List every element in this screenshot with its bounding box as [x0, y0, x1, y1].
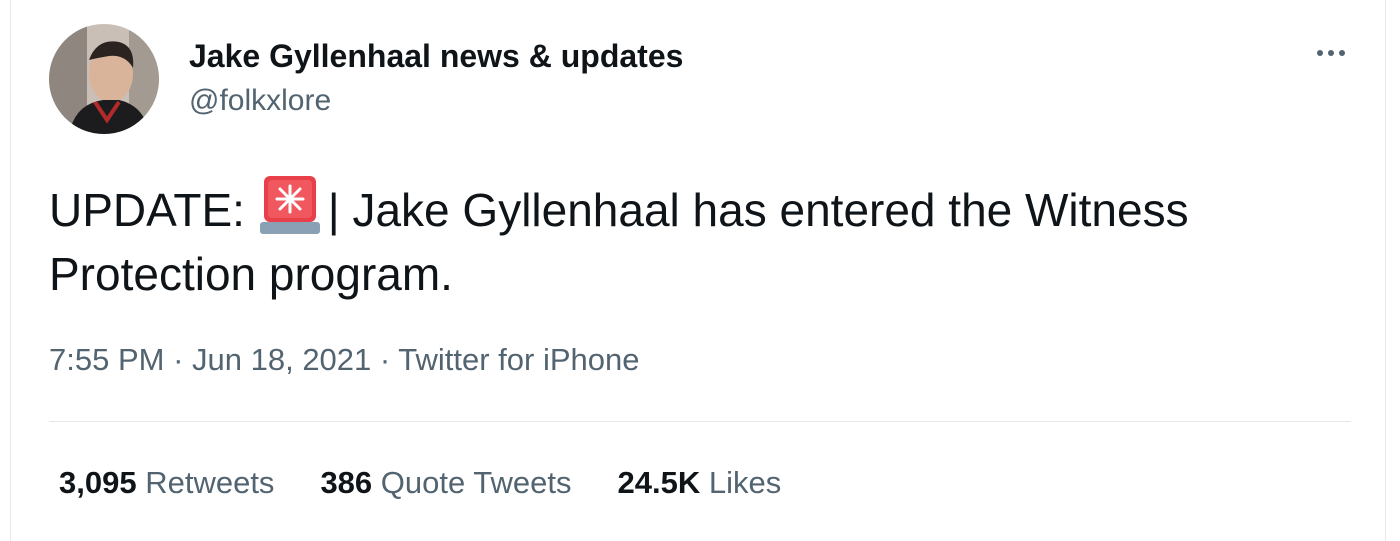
dot-icon — [1339, 50, 1345, 56]
more-options-button[interactable] — [1307, 38, 1355, 68]
meta-separator: · — [371, 342, 399, 377]
author-handle[interactable]: @folkxlore — [189, 82, 331, 120]
dot-icon — [1328, 50, 1334, 56]
author-name[interactable]: Jake Gyllenhaal news & updates — [189, 36, 683, 76]
retweets-count: 3,095 — [59, 465, 137, 500]
dot-icon — [1317, 50, 1323, 56]
quote-tweets-count: 386 — [320, 465, 373, 500]
likes-stat[interactable]: 24.5K Likes — [618, 463, 782, 503]
tweet-text: UPDATE: | Jake Gyllenhaal has entered th… — [49, 174, 1349, 306]
retweets-label: Retweets — [145, 465, 275, 500]
tweet-prefix: UPDATE: — [49, 184, 258, 236]
tweet-source[interactable]: Twitter for iPhone — [398, 342, 639, 377]
rotating-light-icon — [259, 176, 320, 234]
tweet-time[interactable]: 7:55 PM — [49, 342, 164, 377]
likes-label: Likes — [708, 465, 782, 500]
tweet-stats: 3,095 Retweets 386 Quote Tweets 24.5K Li… — [59, 463, 781, 503]
avatar-image — [49, 24, 159, 134]
quote-tweets-stat[interactable]: 386 Quote Tweets — [320, 463, 571, 503]
quote-tweets-label: Quote Tweets — [380, 465, 572, 500]
avatar[interactable] — [49, 24, 159, 134]
likes-count: 24.5K — [617, 465, 701, 500]
tweet-date[interactable]: Jun 18, 2021 — [192, 342, 371, 377]
meta-separator: · — [164, 342, 193, 377]
retweets-stat[interactable]: 3,095 Retweets — [59, 463, 274, 503]
tweet-meta: 7:55 PM · Jun 18, 2021 · Twitter for iPh… — [49, 340, 640, 380]
divider — [49, 421, 1351, 422]
tweet-card: Jake Gyllenhaal news & updates @folkxlor… — [10, 0, 1386, 541]
